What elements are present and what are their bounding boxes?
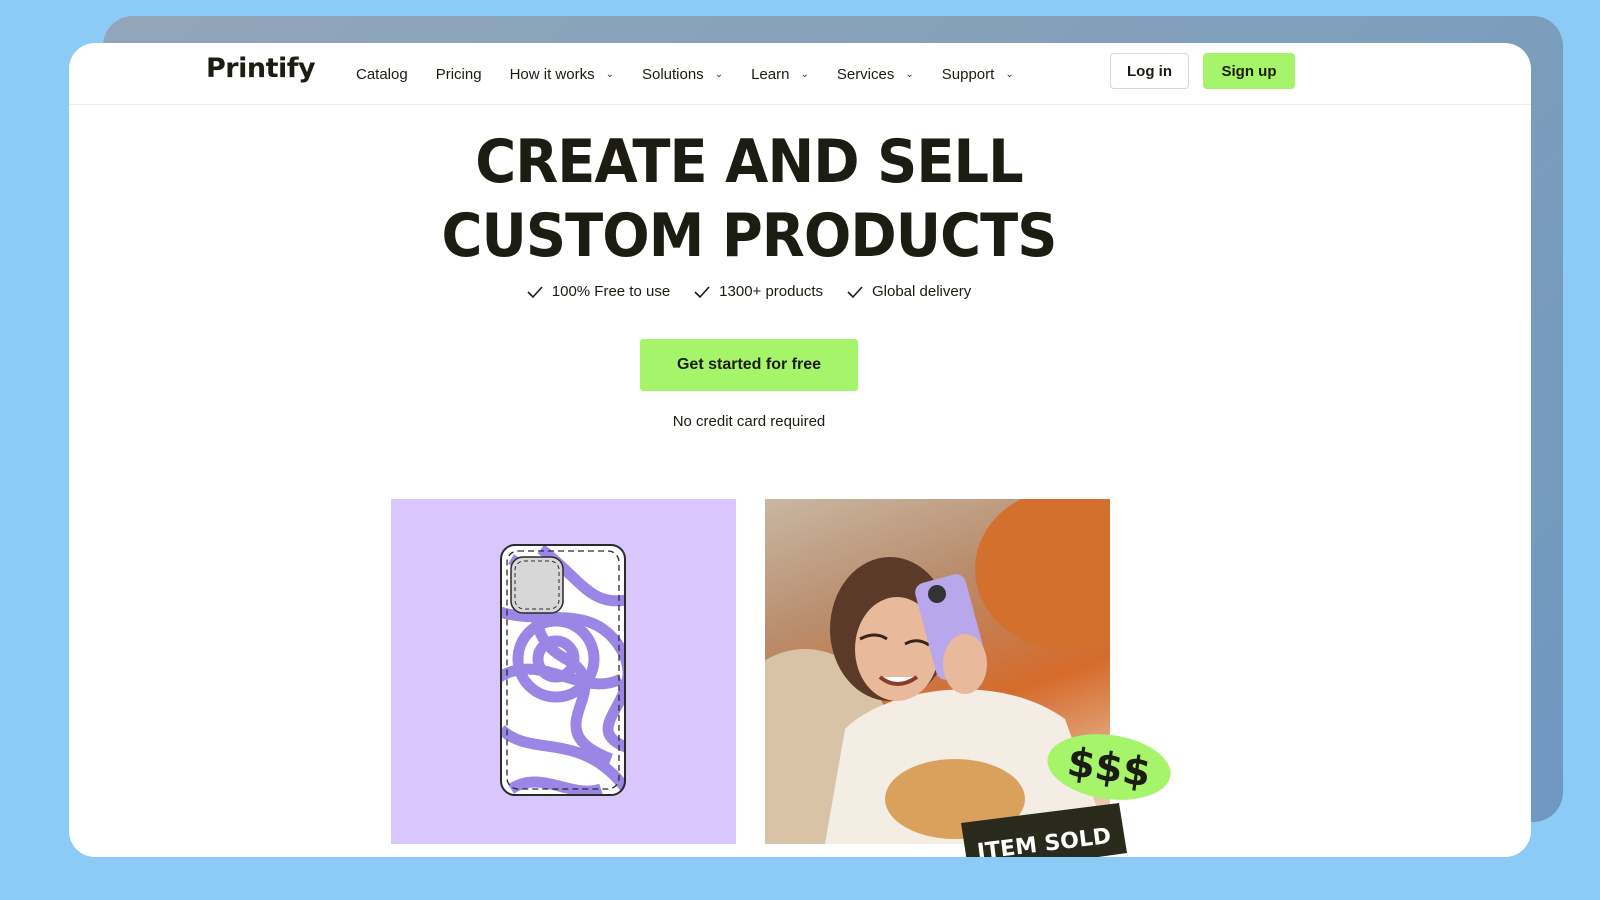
check-icon [527, 285, 543, 298]
cta-note: No credit card required [672, 413, 826, 430]
feature-item: Global delivery [847, 283, 971, 300]
nav-item-pricing[interactable]: Pricing [436, 66, 482, 83]
chevron-down-icon: ⌄ [800, 68, 809, 80]
product-mockup-panel [391, 499, 736, 844]
chevron-down-icon: ⌄ [905, 68, 914, 80]
check-icon [847, 285, 863, 298]
feature-item: 100% Free to use [527, 283, 670, 300]
nav-item-services[interactable]: Services ⌄ [837, 66, 914, 83]
check-icon [694, 285, 710, 298]
feature-label: 100% Free to use [551, 283, 671, 300]
browser-window: Printify Catalog Pricing How it works ⌄ … [69, 43, 1531, 857]
printify-logo[interactable]: Printify [206, 53, 316, 84]
signup-button[interactable]: Sign up [1203, 53, 1295, 89]
chevron-down-icon: ⌄ [1005, 68, 1014, 80]
hero-title: CREATE AND SELL CUSTOM PRODUCTS [69, 125, 1429, 273]
hero-title-line-2: CUSTOM PRODUCTS [441, 201, 1057, 271]
get-started-button[interactable]: Get started for free [640, 339, 858, 391]
nav-item-learn[interactable]: Learn ⌄ [751, 66, 809, 83]
hero-title-line-1: CREATE AND SELL [475, 127, 1024, 197]
nav-item-label: Learn [751, 65, 790, 83]
item-sold-badge: $$$ ITEM SOLD [959, 703, 1199, 857]
nav-item-label: Pricing [435, 65, 482, 83]
login-button[interactable]: Log in [1110, 53, 1189, 89]
feature-list: 100% Free to use 1300+ products Global d… [69, 283, 1429, 300]
chevron-down-icon: ⌄ [714, 68, 724, 80]
nav-item-support[interactable]: Support ⌄ [942, 66, 1014, 83]
nav-item-catalog[interactable]: Catalog [356, 66, 408, 83]
feature-label: 1300+ products [719, 283, 823, 300]
nav-item-label: Services [836, 65, 895, 83]
feature-label: Global delivery [872, 283, 972, 300]
nav-item-label: How it works [509, 65, 595, 83]
nav-links: Catalog Pricing How it works ⌄ Solutions… [356, 43, 1042, 105]
nav-item-label: Solutions [641, 65, 704, 83]
feature-item: 1300+ products [694, 283, 823, 300]
nav-item-how-it-works[interactable]: How it works ⌄ [510, 66, 614, 83]
top-navbar: Printify Catalog Pricing How it works ⌄ … [69, 43, 1531, 105]
chevron-down-icon: ⌄ [605, 68, 614, 80]
nav-item-solutions[interactable]: Solutions ⌄ [642, 66, 723, 83]
nav-item-label: Support [941, 65, 995, 83]
phone-case-mockup-image [500, 544, 626, 796]
nav-item-label: Catalog [356, 65, 408, 83]
